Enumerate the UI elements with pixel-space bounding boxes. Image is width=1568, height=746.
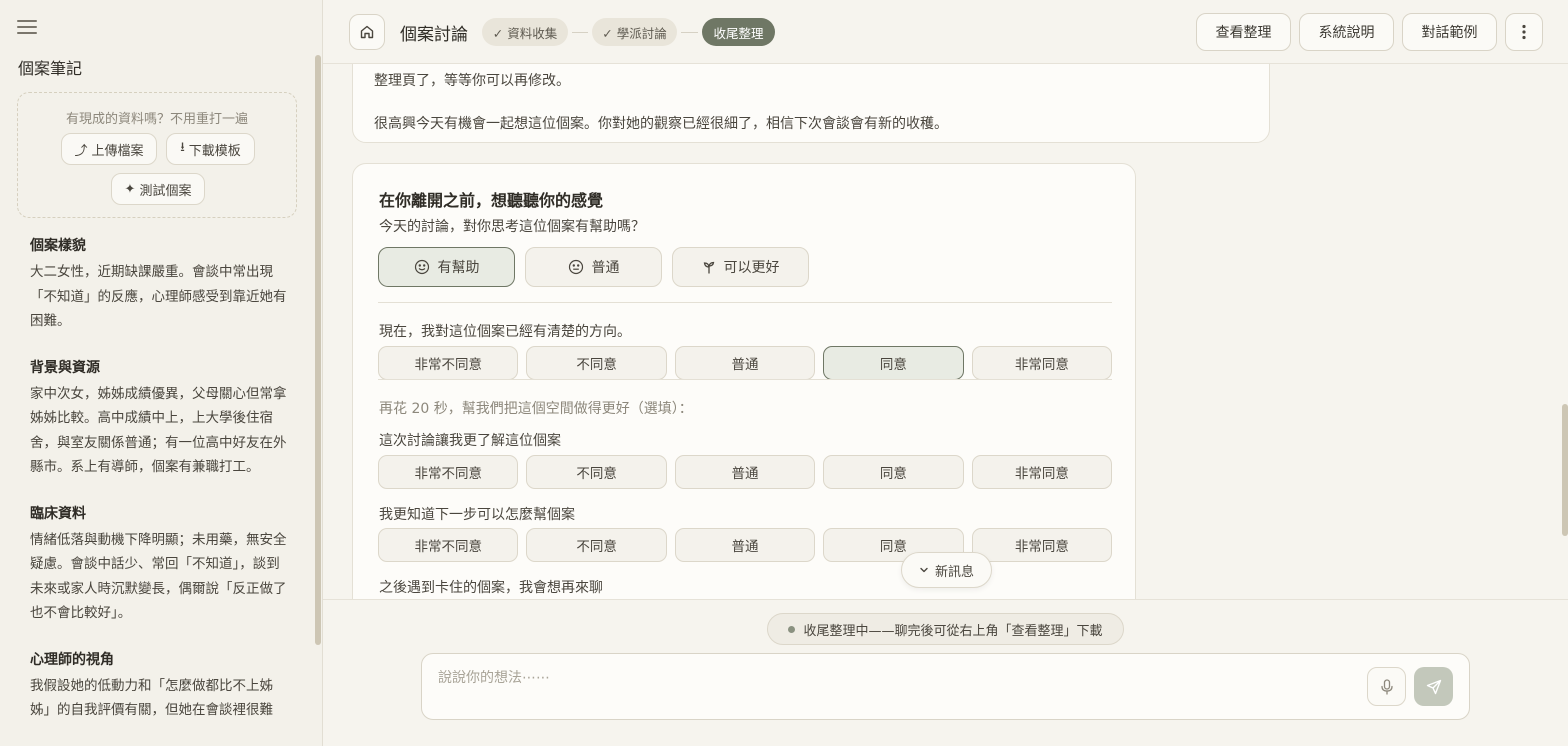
sidebar-scrollbar[interactable] bbox=[315, 55, 321, 645]
stage-data-collection: ✓ 資料收集 bbox=[482, 18, 568, 46]
likert-option[interactable]: 普通 bbox=[674, 346, 816, 380]
sidebar: 個案筆記 有現成的資料嗎？不用重打一遍 ⤴ 上傳檔案 ⭳ 下載模板 ✦ 測試個案… bbox=[0, 0, 323, 746]
feedback-question: 今天的討論，對你思考這位個案有幫助嗎？ bbox=[379, 219, 645, 235]
test-case-label: 測試個案 bbox=[139, 183, 192, 199]
stage-connector bbox=[681, 32, 698, 33]
rating-could-improve-button[interactable]: 可以更好 bbox=[672, 247, 809, 287]
download-icon: ⭳ bbox=[180, 140, 185, 155]
note-section: 臨床資料 情緒低落與動機下降明顯；未用藥，無安全疑慮。會談中話少、常回「不知道」… bbox=[30, 504, 292, 626]
likert-option[interactable]: 非常同意 bbox=[971, 528, 1113, 562]
new-message-button[interactable]: 新訊息 bbox=[901, 552, 992, 588]
likert-question: 這次討論讓我更了解這位個案 bbox=[379, 433, 561, 449]
chat-scrollbar[interactable] bbox=[1562, 404, 1568, 536]
note-body: 我假設她的低動力和「怎麼做都比不上姊姊」的自我評價有關，但她在會談裡很難 bbox=[30, 677, 273, 719]
more-options-button[interactable] bbox=[1505, 13, 1543, 51]
home-icon bbox=[360, 25, 374, 39]
rating-neutral-button[interactable]: 普通 bbox=[525, 247, 662, 287]
note-heading: 個案樣貌 bbox=[30, 238, 86, 254]
likert-option[interactable]: 同意 bbox=[823, 455, 964, 489]
composer-area: 收尾整理中——聊完後可從右上角「查看整理」下載 bbox=[323, 599, 1568, 746]
message-paragraph: 很高興今天有機會一起想這位個案。你對她的觀察已經很細了，相信下次會談會有新的收穫… bbox=[374, 116, 948, 132]
rating-helpful-button[interactable]: 有幫助 bbox=[378, 247, 515, 287]
upload-file-label: 上傳檔案 bbox=[91, 143, 144, 159]
likert-scale: 非常不同意 不同意 普通 同意 非常同意 bbox=[378, 455, 1113, 489]
send-icon bbox=[1426, 679, 1441, 694]
note-body: 情緒低落與動機下降明顯；未用藥，無安全疑慮。會談中話少、常回「不知道」，談到未來… bbox=[30, 531, 287, 622]
note-body: 大二女性，近期缺課嚴重。會談中常出現「不知道」的反應，心理師感受到靠近她有困難。 bbox=[30, 264, 287, 329]
message-paragraph: 整理頁了，等等你可以再修改。 bbox=[374, 73, 570, 89]
likert-scale: 非常不同意 不同意 普通 同意 非常同意 bbox=[378, 346, 1113, 380]
stage-school-discussion: ✓ 學派討論 bbox=[592, 18, 677, 46]
download-template-label: 下載模板 bbox=[188, 143, 241, 159]
note-section: 個案樣貌 大二女性，近期缺課嚴重。會談中常出現「不知道」的反應，心理師感受到靠近… bbox=[30, 236, 292, 334]
case-notes: 個案樣貌 大二女性，近期缺課嚴重。會談中常出現「不知道」的反應，心理師感受到靠近… bbox=[30, 236, 292, 746]
upload-hint: 有現成的資料嗎？不用重打一遍 bbox=[65, 112, 248, 127]
note-heading: 背景與資源 bbox=[30, 359, 100, 376]
likert-option[interactable]: 不同意 bbox=[526, 455, 667, 489]
chat-scroll-area: 整理頁了，等等你可以再修改。 很高興今天有機會一起想這位個案。你對她的觀察已經很… bbox=[323, 64, 1568, 599]
note-heading: 心理師的視角 bbox=[30, 651, 114, 668]
microphone-button[interactable] bbox=[1367, 667, 1406, 706]
divider bbox=[378, 379, 1112, 380]
home-button[interactable] bbox=[349, 14, 385, 50]
menu-icon[interactable] bbox=[17, 18, 37, 36]
assistant-message: 整理頁了，等等你可以再修改。 很高興今天有機會一起想這位個案。你對她的觀察已經很… bbox=[352, 64, 1270, 143]
likert-option[interactable]: 非常不同意 bbox=[378, 346, 519, 380]
more-vertical-icon bbox=[1522, 24, 1526, 40]
likert-scale: 非常不同意 不同意 普通 同意 非常同意 bbox=[378, 528, 1113, 562]
likert-option[interactable]: 不同意 bbox=[526, 528, 667, 562]
sparkle-icon: ✦ bbox=[124, 181, 136, 197]
top-bar: 個案討論 ✓ 資料收集 ✓ 學派討論 收尾整理 查看整理 系統說明 對話範例 bbox=[323, 0, 1568, 64]
note-section: 背景與資源 家中次女，姊姊成績優異，父母關心但常拿姊姊比較。高中成績中上，上大學… bbox=[30, 358, 292, 480]
dialogue-examples-button[interactable]: 對話範例 bbox=[1402, 13, 1497, 51]
optional-hint: 再花 20 秒，幫我們把這個空間做得更好（選填）： bbox=[379, 401, 693, 417]
chevron-down-icon bbox=[920, 567, 928, 573]
upload-dropzone[interactable]: 有現成的資料嗎？不用重打一遍 ⤴ 上傳檔案 ⭳ 下載模板 ✦ 測試個案 bbox=[17, 92, 297, 218]
note-body: 家中次女，姊姊成績優異，父母關心但常拿姊姊比較。高中成績中上，上大學後住宿舍，與… bbox=[30, 385, 287, 476]
likert-option[interactable]: 非常同意 bbox=[971, 455, 1113, 489]
system-info-button[interactable]: 系統說明 bbox=[1299, 13, 1394, 51]
sprout-icon bbox=[703, 261, 714, 274]
likert-option[interactable]: 不同意 bbox=[526, 346, 667, 380]
stage-connector bbox=[572, 32, 588, 33]
likert-question: 之後遇到卡住的個案，我會想再來聊 bbox=[379, 580, 603, 596]
likert-option[interactable]: 非常不同意 bbox=[378, 455, 519, 489]
neutral-face-icon bbox=[568, 259, 583, 275]
view-summary-button[interactable]: 查看整理 bbox=[1196, 13, 1291, 51]
upload-icon: ⤴ bbox=[74, 143, 88, 159]
new-message-label: 新訊息 bbox=[934, 564, 974, 580]
rating-label: 可以更好 bbox=[723, 260, 780, 276]
feedback-card: 在你離開之前，想聽聽你的感覺 今天的討論，對你思考這位個案有幫助嗎？ 有幫助 普… bbox=[352, 163, 1136, 599]
divider bbox=[378, 302, 1112, 303]
smile-icon bbox=[414, 259, 429, 275]
sidebar-title: 個案筆記 bbox=[18, 59, 83, 78]
stage-wrap-up: 收尾整理 bbox=[702, 18, 775, 46]
download-template-button[interactable]: ⭳ 下載模板 bbox=[166, 133, 255, 165]
feedback-title: 在你離開之前，想聽聽你的感覺 bbox=[379, 191, 604, 210]
status-dot-icon bbox=[788, 625, 796, 633]
likert-option[interactable]: 非常同意 bbox=[971, 346, 1113, 380]
likert-option[interactable]: 普通 bbox=[674, 455, 816, 489]
likert-option[interactable]: 普通 bbox=[674, 528, 816, 562]
note-heading: 臨床資料 bbox=[30, 505, 86, 522]
microphone-icon bbox=[1380, 678, 1393, 695]
note-section: 心理師的視角 我假設她的低動力和「怎麼做都比不上姊姊」的自我評價有關，但她在會談… bbox=[30, 650, 292, 723]
likert-question: 現在，我對這位個案已經有清楚的方向。 bbox=[379, 324, 631, 340]
rating-label: 普通 bbox=[591, 260, 620, 276]
message-input[interactable] bbox=[438, 670, 1338, 686]
likert-option-selected[interactable]: 同意 bbox=[823, 346, 964, 380]
page-title: 個案討論 bbox=[400, 25, 468, 45]
message-composer bbox=[421, 653, 1470, 720]
test-case-button[interactable]: ✦ 測試個案 bbox=[111, 173, 205, 205]
likert-question: 我更知道下一步可以怎麼幫個案 bbox=[379, 507, 575, 523]
likert-option[interactable]: 非常不同意 bbox=[378, 528, 519, 562]
status-badge: 收尾整理中——聊完後可從右上角「查看整理」下載 bbox=[767, 613, 1124, 645]
rating-label: 有幫助 bbox=[437, 260, 480, 276]
send-button[interactable] bbox=[1414, 667, 1453, 706]
status-text: 收尾整理中——聊完後可從右上角「查看整理」下載 bbox=[803, 623, 1103, 639]
upload-file-button[interactable]: ⤴ 上傳檔案 bbox=[61, 133, 157, 165]
